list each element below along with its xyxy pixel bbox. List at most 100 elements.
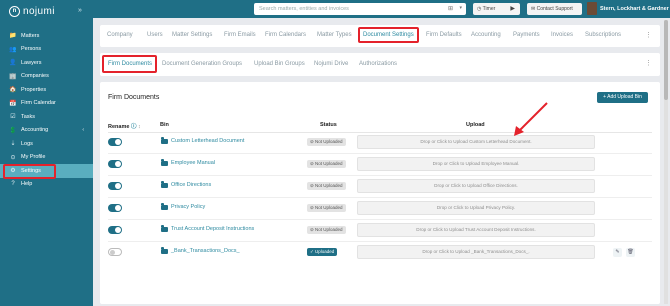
sidebar-item-label: Persons [21, 46, 42, 53]
status-label: Not Uploaded [315, 183, 343, 188]
highlight-box-settings [3, 164, 56, 179]
sidebar-item-properties[interactable]: 🏠 Properties [0, 83, 93, 97]
building-icon: 🏢 [9, 73, 17, 80]
firm-name[interactable]: Stern, Lockhart & Gardner [600, 6, 669, 12]
play-icon[interactable]: ▶ [510, 5, 515, 12]
trash-icon[interactable]: 🗑 [626, 248, 635, 257]
upload-dropzone[interactable]: Drop or Click to Upload Office Direction… [357, 179, 595, 193]
document-settings-subtabs: Firm Documents Document Generation Group… [100, 53, 660, 76]
help-icon: ? [11, 181, 15, 188]
tab-firm-emails[interactable]: Firm Emails [224, 32, 256, 38]
sidebar-item-label: Logs [21, 140, 33, 147]
upload-dropzone[interactable]: Drop or Click to Upload Trust Account De… [357, 223, 595, 237]
sidebar-item-logs[interactable]: ⇣ Logs [0, 137, 93, 151]
sidebar-item-label: Accounting [21, 127, 49, 134]
add-upload-bin-label: Add Upload Bin [607, 94, 642, 100]
bin-link[interactable]: Office Directions [161, 181, 212, 188]
add-upload-bin-button[interactable]: + Add Upload Bin [597, 92, 648, 103]
status-label: Not Uploaded [315, 139, 343, 144]
column-header-upload: Upload [466, 122, 485, 128]
table-row: _Bank_Transactions_Docs_ ✓ Uploaded Drop… [108, 243, 652, 264]
sidebar-item-label: Firm Calendar [21, 100, 56, 107]
upload-dropzone[interactable]: Drop or Click to Upload Custom Letterhea… [357, 135, 595, 149]
tab-authorizations[interactable]: Authorizations [359, 61, 397, 67]
chevron-down-icon[interactable]: ▾ [459, 5, 462, 11]
rename-header-label: Rename [108, 124, 130, 130]
bin-link[interactable]: Trust Account Deposit Instructions [161, 225, 254, 232]
search-placeholder: Search matters, entities and invoices [259, 6, 349, 12]
grid-icon[interactable]: ⊞ [448, 5, 453, 12]
rename-toggle[interactable] [108, 226, 122, 234]
status-label: Uploaded [315, 249, 335, 254]
sidebar-item-firm-calendar[interactable]: 📅 Firm Calendar [0, 97, 93, 111]
info-icon[interactable]: ⓘ [131, 124, 137, 130]
rename-toggle[interactable] [108, 248, 122, 256]
sidebar-item-label: Companies [21, 73, 49, 80]
bin-link[interactable]: Privacy Policy [161, 203, 205, 210]
sidebar-item-matters[interactable]: 📁 Matters [0, 29, 93, 43]
bin-link[interactable]: _Bank_Transactions_Docs_ [161, 247, 240, 254]
contact-support-button[interactable]: ✉ Contact Support [527, 3, 582, 15]
sidebar-item-my-profile[interactable]: ⊙ My Profile [0, 151, 93, 165]
tab-matter-settings[interactable]: Matter Settings [172, 32, 212, 38]
calendar-icon: 📅 [9, 100, 17, 107]
tab-firm-calendars[interactable]: Firm Calendars [265, 32, 306, 38]
rename-toggle[interactable] [108, 204, 122, 212]
tab-matter-types[interactable]: Matter Types [317, 32, 352, 38]
sidebar-item-help[interactable]: ? Help [0, 178, 93, 192]
folder-icon: 📁 [9, 33, 17, 40]
profile-icon: ⊙ [10, 154, 16, 161]
rename-toggle[interactable] [108, 182, 122, 190]
tab-company[interactable]: Company [107, 32, 133, 38]
status-badge: ⊘ Not Uploaded [307, 204, 346, 212]
table-row: Privacy Policy ⊘ Not Uploaded Drop or Cl… [108, 199, 652, 220]
dollar-icon: 💲 [9, 127, 17, 134]
logo-icon: n [9, 6, 20, 17]
scrollbar-thumb[interactable] [664, 20, 668, 100]
scrollbar[interactable] [664, 20, 668, 304]
sidebar-item-label: Help [21, 181, 33, 188]
sidebar-item-lawyers[interactable]: 👤 Lawyers [0, 56, 93, 70]
table-row: Office Directions ⊘ Not Uploaded Drop or… [108, 177, 652, 198]
sidebar-item-persons[interactable]: 👥 Persons [0, 43, 93, 57]
tab-document-generation-groups[interactable]: Document Generation Groups [162, 61, 242, 67]
sidebar-item-companies[interactable]: 🏢 Companies [0, 70, 93, 84]
status-label: Not Uploaded [315, 227, 343, 232]
sort-icon[interactable]: ↕ [138, 124, 141, 130]
upload-dropzone[interactable]: Drop or Click to Upload Employee Manual. [357, 157, 595, 171]
more-icon[interactable]: ⋮ [645, 59, 652, 67]
support-label: Contact Support [536, 6, 573, 12]
logs-icon: ⇣ [10, 141, 16, 148]
timer-label: Timer [482, 6, 496, 12]
logo[interactable]: n nojumi [9, 6, 55, 17]
upload-dropzone[interactable]: Drop or Click to Upload _Bank_Transactio… [357, 245, 595, 259]
upload-dropzone[interactable]: Drop or Click to Upload Privacy Policy. [357, 201, 595, 215]
tab-invoices[interactable]: Invoices [551, 32, 573, 38]
tab-payments[interactable]: Payments [513, 32, 540, 38]
column-header-bin: Bin [160, 122, 169, 128]
more-icon[interactable]: ⋮ [645, 31, 652, 39]
sidebar-item-label: My Profile [21, 154, 46, 161]
tab-nojumi-drive[interactable]: Nojumi Drive [314, 61, 348, 67]
avatar[interactable] [587, 2, 597, 15]
table-row: Trust Account Deposit Instructions ⊘ Not… [108, 221, 652, 242]
bin-link[interactable]: Employee Manual [161, 159, 215, 166]
sidebar-item-tasks[interactable]: ☑ Tasks [0, 110, 93, 124]
collapse-sidebar-icon[interactable]: » [78, 7, 82, 14]
bin-link[interactable]: Custom Letterhead Document [161, 137, 244, 144]
edit-icon[interactable]: ✎ [613, 248, 622, 257]
tab-subscriptions[interactable]: Subscriptions [585, 32, 621, 38]
rename-toggle[interactable] [108, 138, 122, 146]
table-row: Custom Letterhead Document ⊘ Not Uploade… [108, 133, 652, 154]
search-input[interactable]: Search matters, entities and invoices ⊞ … [254, 3, 466, 15]
tab-accounting[interactable]: Accounting [471, 32, 501, 38]
tab-users[interactable]: Users [147, 32, 163, 38]
timer-button[interactable]: ◷ Timer ▶ [473, 3, 520, 15]
sidebar-item-accounting[interactable]: 💲 Accounting ‹ [0, 124, 93, 138]
bin-name: Office Directions [171, 182, 212, 188]
highlight-box-document-settings [358, 27, 419, 43]
tab-upload-bin-groups[interactable]: Upload Bin Groups [254, 61, 305, 67]
firm-documents-card: Firm Documents + Add Upload Bin Rename ⓘ… [100, 82, 660, 304]
tab-firm-defaults[interactable]: Firm Defaults [426, 32, 462, 38]
rename-toggle[interactable] [108, 160, 122, 168]
